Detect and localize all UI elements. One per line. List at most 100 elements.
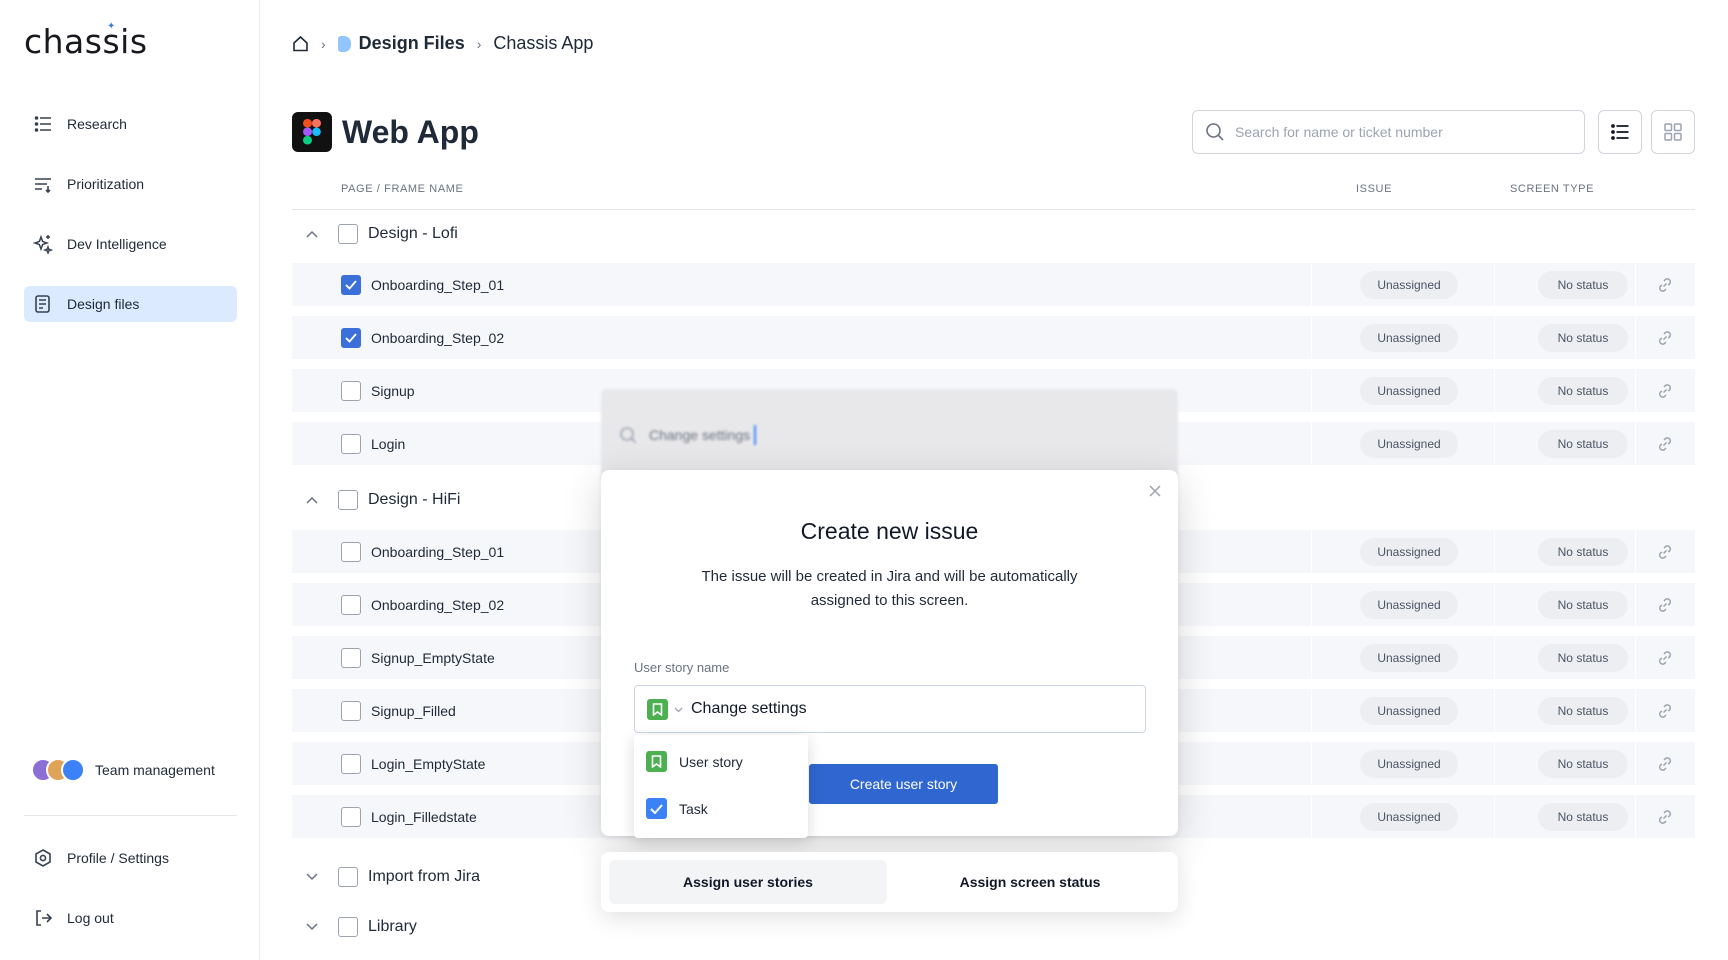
row-checkbox[interactable] xyxy=(341,541,361,562)
frame-name: Signup xyxy=(371,382,415,399)
cell-divider xyxy=(1635,636,1636,679)
cell-divider xyxy=(1494,530,1495,573)
chevron-down-icon[interactable] xyxy=(300,873,324,881)
row-checkbox[interactable] xyxy=(341,433,361,454)
link-icon[interactable] xyxy=(1656,808,1674,826)
link-icon[interactable] xyxy=(1656,329,1674,347)
sidebar-item-label: Profile / Settings xyxy=(67,850,169,866)
team-management[interactable]: Team management xyxy=(31,758,215,782)
search-input[interactable] xyxy=(1235,124,1565,140)
bookmark-icon[interactable] xyxy=(647,698,668,720)
cell-divider xyxy=(1635,689,1636,732)
row-checkbox[interactable] xyxy=(341,806,361,827)
row-checkbox[interactable] xyxy=(341,700,361,721)
status-badge[interactable]: No status xyxy=(1538,644,1628,672)
cell-divider xyxy=(1494,795,1495,838)
status-badge[interactable]: No status xyxy=(1538,324,1628,352)
issue-badge[interactable]: Unassigned xyxy=(1360,591,1458,619)
row-checkbox[interactable] xyxy=(341,753,361,774)
cell-divider xyxy=(1635,316,1636,359)
issue-badge[interactable]: Unassigned xyxy=(1360,377,1458,405)
tab-assign-user-stories[interactable]: Assign user stories xyxy=(609,860,887,904)
logo-sparkle-icon: ✦ xyxy=(107,21,116,32)
cell-divider xyxy=(1635,422,1636,465)
cell-divider xyxy=(1311,689,1312,732)
status-badge[interactable]: No status xyxy=(1538,538,1628,566)
issue-badge[interactable]: Unassigned xyxy=(1360,750,1458,778)
cell-divider xyxy=(1635,583,1636,626)
cell-divider xyxy=(1635,742,1636,785)
sidebar-item-dev-intelligence[interactable]: Dev Intelligence xyxy=(24,226,237,262)
issue-badge[interactable]: Unassigned xyxy=(1360,271,1458,299)
check-square-icon xyxy=(646,798,667,819)
status-badge[interactable]: No status xyxy=(1538,377,1628,405)
create-user-story-button[interactable]: Create user story xyxy=(809,764,998,804)
user-story-name-value[interactable]: Change settings xyxy=(691,700,807,718)
status-badge[interactable]: No status xyxy=(1538,803,1628,831)
frame-name: Onboarding_Step_01 xyxy=(371,276,505,293)
link-icon[interactable] xyxy=(1656,276,1674,294)
issue-badge[interactable]: Unassigned xyxy=(1360,538,1458,566)
row-checkbox[interactable] xyxy=(341,274,361,295)
modal-description: The issue will be created in Jira and wi… xyxy=(701,568,1078,609)
table-row[interactable]: Onboarding_Step_01 Unassigned No status xyxy=(292,263,1695,311)
assign-tabs: Assign user stories Assign screen status xyxy=(601,852,1178,912)
cell-divider xyxy=(1311,795,1312,838)
issue-badge[interactable]: Unassigned xyxy=(1360,324,1458,352)
breadcrumb: › Design Files › Chassis App xyxy=(292,33,593,54)
group-checkbox[interactable] xyxy=(338,867,358,887)
row-checkbox[interactable] xyxy=(341,380,361,401)
status-badge[interactable]: No status xyxy=(1538,697,1628,725)
row-checkbox[interactable] xyxy=(341,594,361,615)
row-checkbox[interactable] xyxy=(341,327,361,348)
blurred-search-text: Change settings xyxy=(649,427,751,443)
row-checkbox[interactable] xyxy=(341,647,361,668)
grid-view-button[interactable] xyxy=(1651,110,1695,154)
sidebar-item-log-out[interactable]: Log out xyxy=(24,900,237,936)
link-icon[interactable] xyxy=(1656,649,1674,667)
user-story-name-field[interactable]: Change settings xyxy=(634,685,1146,733)
link-icon[interactable] xyxy=(1656,755,1674,773)
link-icon[interactable] xyxy=(1656,435,1674,453)
group-checkbox[interactable] xyxy=(338,490,358,510)
status-badge[interactable]: No status xyxy=(1538,591,1628,619)
chevron-up-icon[interactable] xyxy=(300,230,324,238)
sidebar-item-design-files[interactable]: Design files xyxy=(24,286,237,322)
tab-assign-screen-status[interactable]: Assign screen status xyxy=(891,860,1169,904)
home-icon[interactable] xyxy=(292,35,309,52)
issue-badge[interactable]: Unassigned xyxy=(1360,803,1458,831)
group-checkbox[interactable] xyxy=(338,917,358,937)
issue-badge[interactable]: Unassigned xyxy=(1360,697,1458,725)
group-design-lofi[interactable]: Design - Lofi xyxy=(292,210,1695,258)
sidebar-nav: Research Prioritization Dev Intelligence… xyxy=(24,106,237,346)
link-icon[interactable] xyxy=(1656,702,1674,720)
table-row[interactable]: Onboarding_Step_02 Unassigned No status xyxy=(292,316,1695,364)
chevron-down-icon[interactable] xyxy=(674,700,683,718)
sidebar-item-profile-settings[interactable]: Profile / Settings xyxy=(24,840,237,876)
issue-badge[interactable]: Unassigned xyxy=(1360,430,1458,458)
chevron-down-icon[interactable] xyxy=(300,923,324,931)
link-icon[interactable] xyxy=(1656,543,1674,561)
link-icon[interactable] xyxy=(1656,382,1674,400)
bookmark-icon xyxy=(646,751,667,772)
sidebar-item-research[interactable]: Research xyxy=(24,106,237,142)
status-badge[interactable]: No status xyxy=(1538,271,1628,299)
group-checkbox[interactable] xyxy=(338,224,358,244)
link-icon[interactable] xyxy=(1656,596,1674,614)
cell-divider xyxy=(1311,583,1312,626)
modal-title: Create new issue xyxy=(800,518,979,544)
status-badge[interactable]: No status xyxy=(1538,430,1628,458)
dropdown-option-user-story[interactable]: User story xyxy=(646,751,743,772)
breadcrumb-folder[interactable]: Design Files xyxy=(359,33,465,54)
status-badge[interactable]: No status xyxy=(1538,750,1628,778)
field-label: User story name xyxy=(634,660,730,675)
issue-badge[interactable]: Unassigned xyxy=(1360,644,1458,672)
list-view-button[interactable] xyxy=(1598,110,1642,154)
cell-divider xyxy=(1311,422,1312,465)
chevron-up-icon[interactable] xyxy=(300,496,324,504)
list-icon xyxy=(33,114,53,134)
dropdown-option-task[interactable]: Task xyxy=(646,798,708,819)
sidebar-item-prioritization[interactable]: Prioritization xyxy=(24,166,237,202)
close-icon[interactable] xyxy=(1148,484,1164,500)
logo[interactable]: chassis xyxy=(24,22,148,61)
